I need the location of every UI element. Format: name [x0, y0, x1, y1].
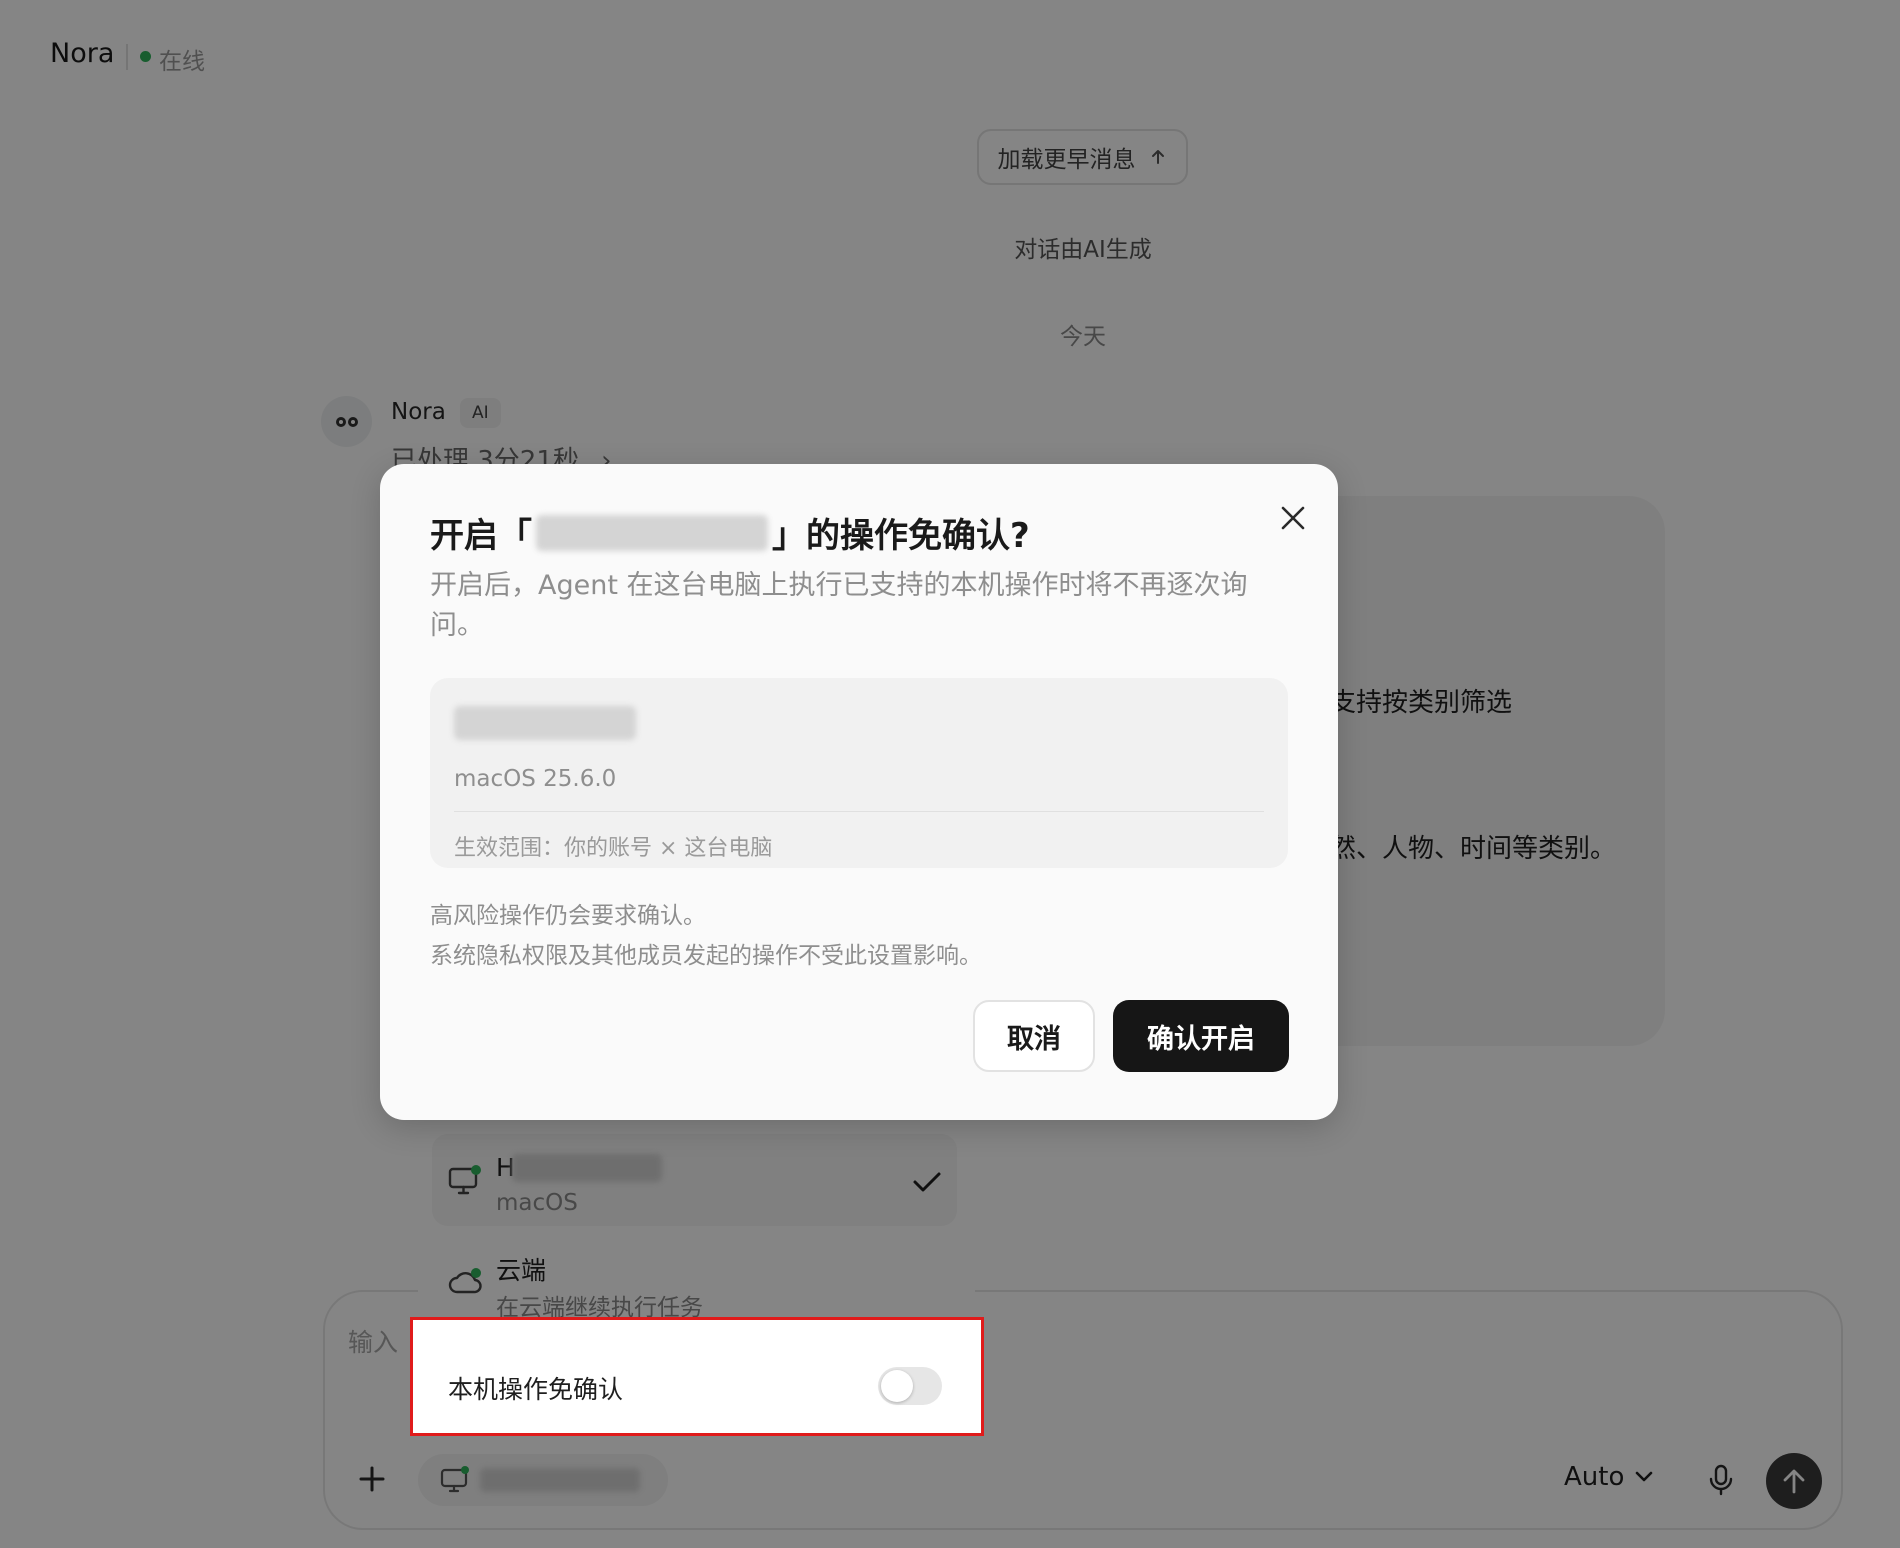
device-info-card: macOS 25.6.0 生效范围：你的账号 × 这台电脑: [430, 678, 1288, 868]
toggle-knob: [881, 1370, 913, 1402]
dialog-title: 开启「 」的操作免确认?: [430, 508, 1030, 557]
privacy-note: 系统隐私权限及其他成员发起的操作不受此设置影响。: [430, 943, 982, 969]
close-icon[interactable]: [1273, 498, 1313, 538]
card-divider: [454, 811, 1264, 812]
confirm-enable-button[interactable]: 确认开启: [1113, 1000, 1289, 1072]
dialog-description: 开启后，Agent 在这台电脑上执行已支持的本机操作时将不再逐次询问。: [430, 570, 1248, 641]
device-os: macOS 25.6.0: [454, 766, 617, 792]
scope-text: 生效范围：你的账号 × 这台电脑: [454, 836, 773, 861]
confirm-dialog: 开启「 」的操作免确认? 开启后，Agent 在这台电脑上执行已支持的本机操作时…: [380, 464, 1338, 1120]
risk-note: 高风险操作仍会要求确认。: [430, 903, 706, 929]
cancel-button[interactable]: 取消: [973, 1000, 1095, 1072]
device-name-redacted: [536, 514, 768, 551]
local-auto-approve-toggle[interactable]: [878, 1367, 942, 1405]
dialog-title-suffix: 」的操作免确认?: [772, 516, 1030, 556]
local-auto-approve-label: 本机操作免确认: [448, 1375, 624, 1404]
device-name-redacted: [454, 706, 636, 740]
dialog-title-prefix: 开启「: [430, 516, 532, 556]
